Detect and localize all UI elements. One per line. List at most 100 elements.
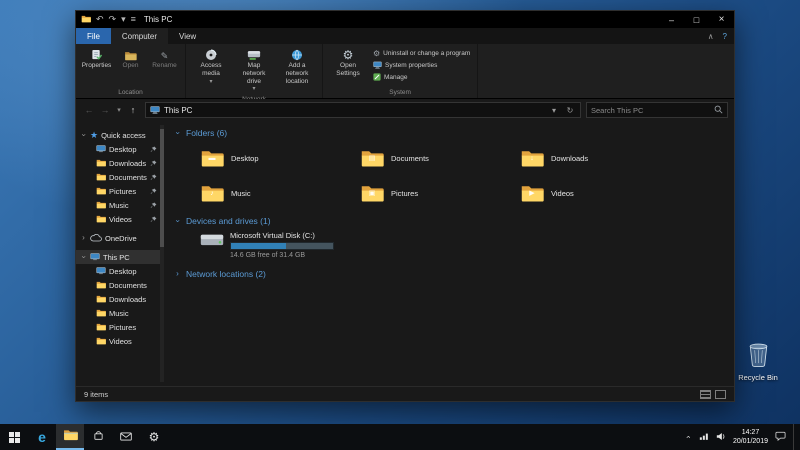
close-button[interactable]: × — [709, 11, 734, 28]
thumbnail-view-icon[interactable] — [715, 390, 726, 399]
search-input[interactable] — [591, 106, 711, 115]
sidebar-pc-videos[interactable]: Videos — [76, 334, 164, 348]
rename-button[interactable]: ✎ Rename — [151, 47, 178, 70]
tab-view[interactable]: View — [168, 28, 207, 44]
sidebar-item-quick-access[interactable]: › ★ Quick access — [76, 128, 164, 142]
qat-customize-icon[interactable]: ▾ — [121, 15, 126, 24]
sidebar-item-pictures[interactable]: Pictures — [76, 184, 164, 198]
taskbar-edge[interactable]: e — [28, 424, 56, 450]
downloads-glyph-icon: ↓ — [520, 155, 544, 162]
pin-icon — [150, 174, 157, 181]
folder-icon: ▤ — [360, 149, 384, 168]
windows-logo-icon — [9, 432, 20, 443]
show-desktop-button[interactable] — [793, 424, 796, 450]
chevron-right-icon[interactable]: › — [174, 270, 181, 278]
sidebar-item-this-pc[interactable]: › This PC — [76, 250, 164, 264]
hidden-icons-chevron-icon[interactable]: › — [684, 434, 692, 441]
manage-icon — [373, 73, 381, 83]
refresh-icon[interactable]: ↻ — [564, 106, 576, 115]
taskbar-store[interactable] — [84, 424, 112, 450]
drive-name: Microsoft Virtual Disk (C:) — [230, 231, 334, 240]
drive-free-space: 14.6 GB free of 31.4 GB — [230, 252, 334, 259]
folders-section-header[interactable]: › Folders (6) — [174, 128, 726, 138]
chevron-right-icon[interactable]: › — [80, 234, 87, 242]
chevron-down-icon[interactable]: › — [174, 218, 182, 225]
taskbar-settings[interactable]: ⚙ — [140, 424, 168, 450]
folder-icon: ▣ — [360, 184, 384, 203]
sidebar-item-documents[interactable]: Documents — [76, 170, 164, 184]
open-settings-button[interactable]: ⚙ Open Settings — [330, 47, 366, 78]
recycle-bin-icon — [748, 341, 769, 372]
sidebar-item-onedrive[interactable]: › OneDrive — [76, 231, 164, 245]
chevron-down-icon[interactable]: › — [80, 132, 88, 139]
settings-gear-icon: ⚙ — [149, 431, 160, 443]
properties-button[interactable]: Properties — [83, 47, 110, 70]
back-button[interactable]: ← — [82, 105, 96, 115]
folders-grid: ▬ Desktop ▤ Documents — [200, 144, 726, 207]
sidebar-item-music[interactable]: Music — [76, 198, 164, 212]
map-network-drive-button[interactable]: Map network drive ▾ — [236, 47, 272, 94]
sidebar-pc-documents[interactable]: Documents — [76, 278, 164, 292]
address-dropdown-icon[interactable]: ▾ — [548, 106, 560, 115]
forward-button[interactable]: → — [98, 105, 112, 115]
recycle-bin[interactable]: Recycle Bin — [726, 341, 790, 382]
system-properties-button[interactable]: System properties — [373, 60, 470, 71]
recent-locations-icon[interactable]: ▾ — [114, 106, 124, 114]
window-title: This PC — [144, 15, 172, 24]
chevron-down-icon[interactable]: › — [174, 130, 182, 137]
this-pc-icon — [150, 101, 160, 119]
collapse-ribbon-icon[interactable]: ∧ — [708, 32, 714, 41]
nav-scrollbar[interactable] — [160, 125, 164, 382]
details-view-icon[interactable] — [700, 390, 711, 399]
sidebar-pc-downloads[interactable]: Downloads — [76, 292, 164, 306]
folder-tile-pictures[interactable]: ▣ Pictures — [360, 179, 512, 207]
manage-button[interactable]: Manage — [373, 72, 470, 83]
sidebar-pc-desktop[interactable]: Desktop — [76, 264, 164, 278]
access-media-button[interactable]: Access media ▾ — [193, 47, 229, 86]
pictures-folder-icon — [96, 323, 106, 331]
menu-icon[interactable]: ≡ — [131, 15, 136, 24]
redo-icon[interactable]: ↷ — [109, 15, 117, 24]
network-icon[interactable] — [699, 428, 709, 446]
address-path[interactable]: This PC — [164, 106, 192, 115]
network-section-header[interactable]: › Network locations (2) — [174, 269, 726, 279]
open-button[interactable]: Open — [117, 47, 144, 70]
scrollbar-thumb[interactable] — [160, 129, 164, 247]
folder-tile-videos[interactable]: ▶ Videos — [520, 179, 672, 207]
status-bar: 9 items — [76, 386, 734, 401]
search-box[interactable] — [586, 102, 728, 118]
sidebar-item-videos[interactable]: Videos — [76, 212, 164, 226]
drives-section-header[interactable]: › Devices and drives (1) — [174, 216, 726, 226]
sidebar-pc-pictures[interactable]: Pictures — [76, 320, 164, 334]
drive-tile[interactable]: Microsoft Virtual Disk (C:) 14.6 GB free… — [200, 231, 726, 259]
taskbar-file-explorer[interactable] — [56, 424, 84, 450]
taskbar-mail[interactable] — [112, 424, 140, 450]
maximize-button[interactable]: □ — [684, 11, 709, 28]
sidebar-item-downloads[interactable]: Downloads — [76, 156, 164, 170]
volume-icon[interactable] — [716, 428, 726, 446]
minimize-button[interactable]: – — [659, 11, 684, 28]
tab-computer[interactable]: Computer — [111, 28, 168, 44]
folder-tile-documents[interactable]: ▤ Documents — [360, 144, 512, 172]
uninstall-program-button[interactable]: ⚙ Uninstall or change a program — [373, 48, 470, 59]
sidebar-item-desktop[interactable]: Desktop — [76, 142, 164, 156]
help-icon[interactable]: ? — [723, 32, 727, 41]
folder-tile-downloads[interactable]: ↓ Downloads — [520, 144, 672, 172]
address-box[interactable]: This PC ▾ ↻ — [145, 102, 581, 118]
up-button[interactable]: ↑ — [126, 105, 140, 115]
file-explorer-icon — [63, 428, 78, 446]
ribbon: Properties Open ✎ Rename Location — [76, 44, 734, 99]
hard-disk-icon — [200, 231, 224, 253]
titlebar[interactable]: ↶ ↷ ▾ ≡ This PC – □ × — [76, 11, 734, 28]
start-button[interactable] — [0, 424, 28, 450]
folder-icon: ♪ — [200, 184, 224, 203]
sidebar-pc-music[interactable]: Music — [76, 306, 164, 320]
action-center-icon[interactable] — [775, 428, 786, 446]
folder-tile-desktop[interactable]: ▬ Desktop — [200, 144, 352, 172]
chevron-down-icon[interactable]: › — [80, 254, 88, 261]
folder-tile-music[interactable]: ♪ Music — [200, 179, 352, 207]
add-network-location-button[interactable]: Add a network location — [279, 47, 315, 85]
taskbar-clock[interactable]: 14:27 20/01/2019 — [733, 428, 768, 446]
tab-file[interactable]: File — [76, 28, 111, 44]
undo-icon[interactable]: ↶ — [96, 15, 104, 24]
